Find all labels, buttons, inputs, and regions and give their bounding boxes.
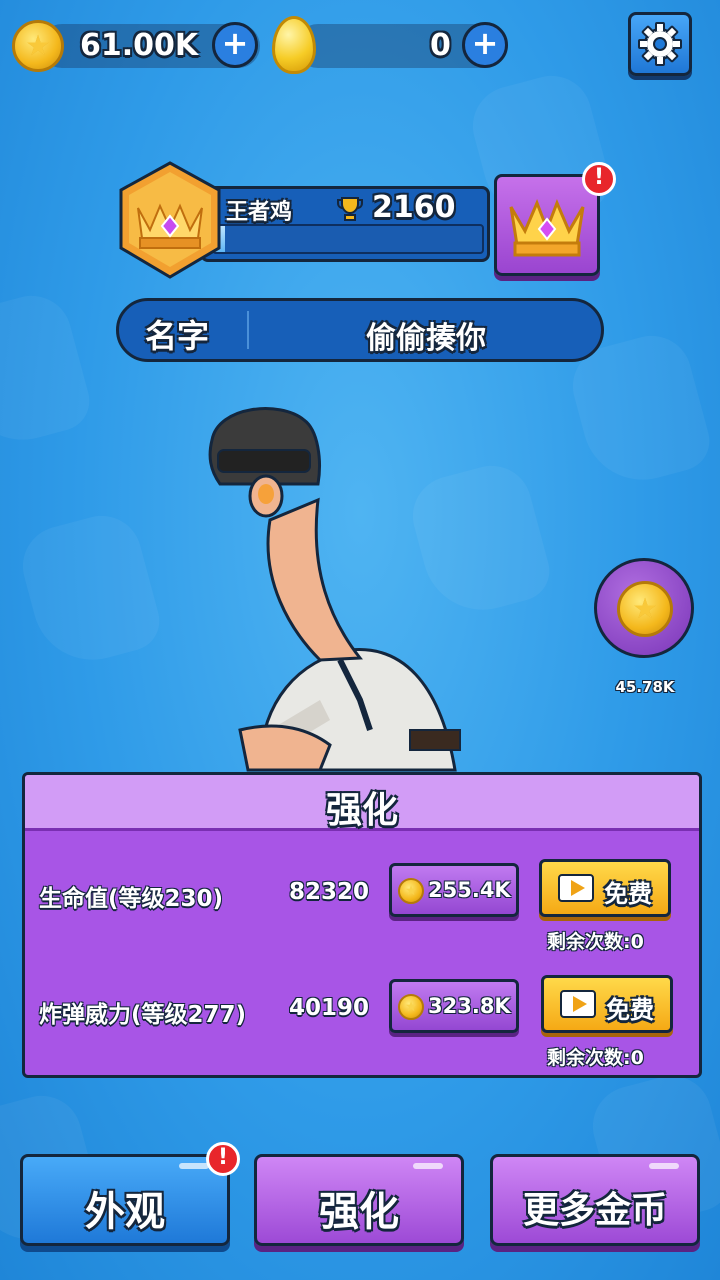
tab-upgrade-label: 强化 <box>319 1189 399 1235</box>
rank-title: 王者鸡 <box>226 200 293 225</box>
coin-icon: ★ <box>398 878 424 904</box>
settings-button[interactable] <box>628 12 692 76</box>
tab-appearance[interactable]: 外观 <box>20 1154 230 1246</box>
background-pattern <box>0 286 97 454</box>
rank-progress-bar <box>212 224 484 254</box>
bonus-coin-button[interactable]: ★ <box>594 558 694 658</box>
rank-alert-badge: ! <box>582 162 616 196</box>
name-label: 名字 <box>145 317 210 355</box>
stat-label: 炸弹威力(等级277) <box>39 1002 247 1028</box>
video-ad-icon <box>560 990 596 1018</box>
tab-appearance-label: 外观 <box>85 1189 165 1235</box>
stat-value: 40190 <box>289 995 370 1021</box>
remaining-count: 剩余次数:0 <box>547 931 644 953</box>
tab-upgrade[interactable]: 强化 <box>254 1154 464 1246</box>
upgrade-bomb-button[interactable]: ★ 323.8K <box>389 979 519 1033</box>
free-upgrade-health-button[interactable]: 免费 <box>539 859 671 917</box>
tab-more-coins-label: 更多金币 <box>522 1190 667 1231</box>
coin-icon: ★ <box>12 20 64 72</box>
background-pattern <box>13 506 167 674</box>
free-label: 免费 <box>606 996 654 1024</box>
player-name: 偷偷揍你 <box>366 321 486 356</box>
crown-icon <box>509 199 585 257</box>
free-label: 免费 <box>604 880 652 908</box>
video-ad-icon <box>558 874 594 902</box>
upgrade-panel: 强化 生命值(等级230) 82320 ★ 255.4K 免费 剩余次数:0 炸… <box>22 772 702 1078</box>
rank-shield-icon <box>116 160 224 280</box>
name-divider <box>247 311 249 349</box>
upgrade-cost: 255.4K <box>428 878 511 902</box>
coin-icon: ★ <box>398 994 424 1020</box>
stat-label: 生命值(等级230) <box>39 886 224 912</box>
upgrade-cost: 323.8K <box>428 994 511 1018</box>
trophy-count: 2160 <box>372 190 456 225</box>
upgrade-health-button[interactable]: ★ 255.4K <box>389 863 519 917</box>
coin-icon: ★ <box>617 581 673 637</box>
appearance-alert-badge: ! <box>206 1142 240 1176</box>
tab-more-coins[interactable]: 更多金币 <box>490 1154 700 1246</box>
coin-amount: 61.00K <box>80 28 199 63</box>
gear-icon <box>638 22 682 66</box>
remaining-count: 剩余次数:0 <box>547 1047 644 1069</box>
bonus-coin-amount: 45.78K <box>615 678 675 696</box>
add-coins-button[interactable]: + <box>212 22 258 68</box>
stat-value: 82320 <box>289 879 370 905</box>
character-model <box>208 407 461 772</box>
rank-rewards-button[interactable] <box>494 174 600 276</box>
name-panel[interactable]: 名字 偷偷揍你 <box>116 298 604 362</box>
egg-icon <box>272 16 316 74</box>
egg-amount: 0 <box>430 28 451 63</box>
upgrade-panel-title: 强化 <box>325 790 398 831</box>
add-eggs-button[interactable]: + <box>462 22 508 68</box>
upgrade-panel-header: 强化 <box>25 775 699 831</box>
trophy-icon <box>336 196 364 221</box>
free-upgrade-bomb-button[interactable]: 免费 <box>541 975 673 1033</box>
